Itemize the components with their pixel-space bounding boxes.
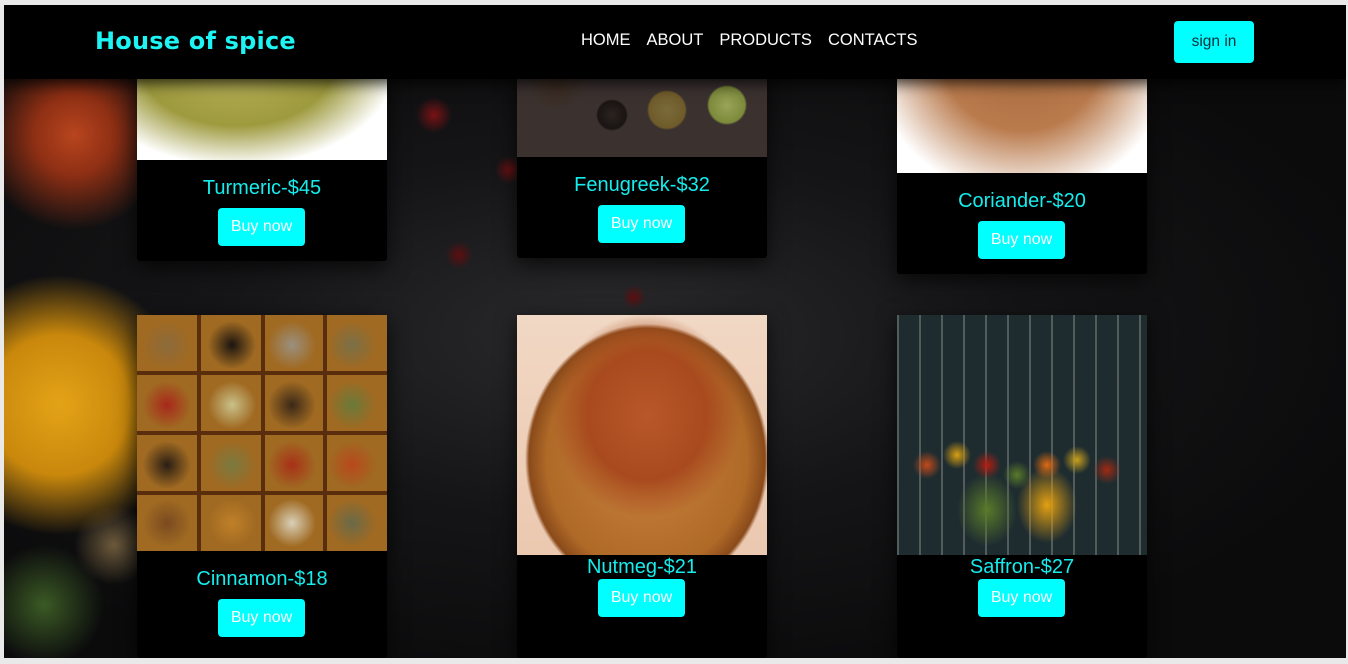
- product-card-turmeric: Turmeric-$45 Buy now: [137, 55, 387, 261]
- product-card-cinnamon: Cinnamon-$18 Buy now: [137, 315, 387, 658]
- product-card-nutmeg: Nutmeg-$21 Buy now: [517, 315, 767, 658]
- buy-now-button[interactable]: Buy now: [598, 205, 685, 243]
- product-title: Coriander-$20: [958, 190, 1086, 212]
- product-card-saffron: Saffron-$27 Buy now: [897, 315, 1147, 658]
- brand-logo[interactable]: House of spice: [95, 27, 296, 55]
- buy-now-button[interactable]: Buy now: [978, 221, 1065, 259]
- nav-link-products[interactable]: PRODUCTS: [719, 31, 812, 50]
- nav-links: HOME ABOUT PRODUCTS CONTACTS: [581, 31, 917, 50]
- nav-link-about[interactable]: ABOUT: [647, 31, 704, 50]
- buy-now-button[interactable]: Buy now: [218, 208, 305, 246]
- navbar: House of spice HOME ABOUT PRODUCTS CONTA…: [4, 5, 1346, 79]
- product-card-coriander: Coriander-$20 Buy now: [897, 55, 1147, 274]
- saffron-image: [897, 315, 1147, 555]
- buy-now-button[interactable]: Buy now: [978, 579, 1065, 617]
- product-title: Turmeric-$45: [202, 177, 322, 199]
- product-title: Cinnamon-$18: [196, 568, 328, 590]
- cinnamon-image: [137, 315, 387, 551]
- product-title: Saffron-$27: [969, 556, 1075, 578]
- product-card-fenugreek: Fenugreek-$32 Buy now: [517, 55, 767, 258]
- nav-link-home[interactable]: HOME: [581, 31, 631, 50]
- product-title: Nutmeg-$21: [586, 556, 698, 578]
- page-frame: Turmeric-$45 Buy now Fenugreek-$32 Buy n…: [4, 5, 1346, 658]
- nav-link-contacts[interactable]: CONTACTS: [828, 31, 918, 50]
- nutmeg-image: [517, 315, 767, 555]
- buy-now-button[interactable]: Buy now: [598, 579, 685, 617]
- buy-now-button[interactable]: Buy now: [218, 599, 305, 637]
- sign-in-button[interactable]: sign in: [1174, 21, 1254, 63]
- product-title: Fenugreek-$32: [574, 174, 710, 196]
